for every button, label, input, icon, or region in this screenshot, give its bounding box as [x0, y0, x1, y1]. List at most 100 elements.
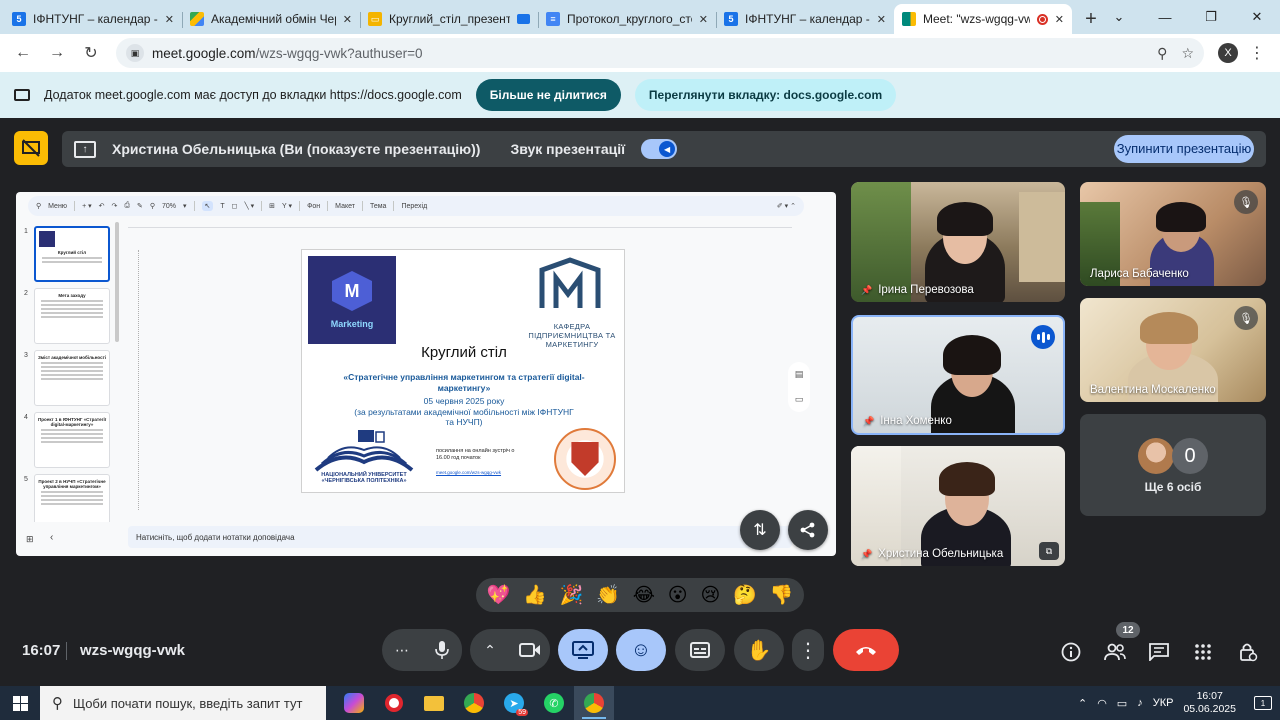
volume-icon[interactable]: ♪ [1137, 697, 1143, 709]
select-tool-icon[interactable]: ↖ [201, 201, 214, 211]
menu-kebab-icon[interactable]: ⋮ [1242, 38, 1272, 68]
stop-presenting-button[interactable]: Зупинити презентацію [1114, 135, 1254, 163]
camera-options-icon[interactable]: ⌃ [470, 629, 510, 671]
language-indicator[interactable]: УКР [1153, 697, 1174, 709]
people-icon[interactable] [1103, 640, 1127, 664]
chevron-up-icon[interactable]: ⌃ [1078, 697, 1087, 710]
bookmark-star-icon[interactable]: ☆ [1181, 45, 1194, 62]
browser-tab-calendar-1[interactable]: 5 ІФНТУНГ – календар - 4 д ✕ [4, 4, 182, 34]
browser-tab-drive[interactable]: Академічний обмін Черн ✕ [182, 4, 360, 34]
undo-icon[interactable]: ↶ [99, 202, 105, 210]
forward-icon[interactable]: → [42, 38, 72, 68]
address-bar[interactable]: ▣ meet.google.com/wzs-wgqg-vwk?authuser=… [116, 38, 1204, 68]
close-window-icon[interactable]: ✕ [1234, 0, 1280, 34]
grid-view-icon[interactable]: ⊞ [26, 534, 34, 545]
menu-button[interactable]: Меню [48, 203, 67, 210]
chevron-left-icon[interactable]: ‹ [50, 532, 53, 543]
zoom-icon[interactable]: ⚲ [1157, 45, 1167, 62]
filmstrip-scrollbar[interactable] [115, 222, 119, 342]
reaction-thumbs-up[interactable]: 👍 [523, 583, 547, 607]
current-slide[interactable]: M Marketing КАФЕДРА ПІДПРИЄМНИЦТВА ТА МА… [301, 249, 625, 493]
profile-avatar[interactable]: X [1218, 43, 1238, 63]
close-icon[interactable]: ✕ [699, 13, 708, 26]
notifications-icon[interactable]: 1 [1254, 696, 1272, 710]
new-slide-icon[interactable]: + ▾ [82, 202, 92, 210]
chevron-down-icon[interactable]: ▾ [183, 202, 187, 210]
start-button[interactable] [0, 686, 40, 720]
close-icon[interactable]: ✕ [343, 13, 352, 26]
zoom-icon[interactable]: ⚲ [150, 202, 155, 210]
raise-hand-button[interactable]: ✋ [734, 629, 784, 671]
taskbar-whatsapp[interactable]: ✆ [534, 686, 574, 720]
view-tab-button[interactable]: Переглянути вкладку: docs.google.com [634, 79, 897, 111]
shape-icon[interactable]: ◻ [232, 202, 238, 210]
presentation-status-button[interactable] [14, 131, 48, 165]
slide-thumbnail[interactable]: Проект 2 в НУЧП «Стратегічне управління … [34, 474, 110, 522]
picture-in-picture-icon[interactable]: ⧉ [1039, 542, 1059, 560]
battery-icon[interactable]: ▭ [1117, 697, 1127, 710]
redo-icon[interactable]: ↷ [111, 202, 117, 210]
captions-button[interactable] [675, 629, 725, 671]
reaction-heart[interactable]: 💖 [486, 583, 510, 607]
close-icon[interactable]: ✕ [877, 13, 886, 26]
participant-tile-self[interactable]: 📌 Христина Обельницька ⧉ [851, 446, 1065, 566]
reload-icon[interactable]: ↻ [76, 38, 106, 68]
slide-thumbnail[interactable]: Проект 1 в ІФНТУНГ «Стратегії digital-ма… [34, 412, 110, 468]
zoom-value[interactable]: 70% [162, 203, 176, 210]
reactions-button[interactable]: ☺ [616, 629, 666, 671]
presentation-audio-toggle[interactable]: ◀ [641, 139, 678, 159]
slide-thumbnail[interactable]: Мета заходу [34, 288, 110, 344]
camera-button[interactable] [510, 629, 550, 671]
participant-tile[interactable]: 🎙 Лариса Бабаченко [1080, 182, 1266, 286]
reaction-clap[interactable]: 👏 [596, 583, 620, 607]
stop-sharing-button[interactable]: Більше не ділитися [475, 79, 621, 111]
taskbar-chrome[interactable] [454, 686, 494, 720]
back-icon[interactable]: ← [8, 38, 38, 68]
participant-tile-speaking[interactable]: 📌 Інна Хоменко [851, 315, 1065, 435]
browser-tab-meet[interactable]: Meet: "wzs-wgqg-vwk" ✕ [894, 4, 1072, 34]
reaction-thinking[interactable]: 🤔 [733, 583, 757, 607]
theme-button[interactable]: Тема [370, 203, 386, 210]
reaction-surprise[interactable]: 😮 [668, 584, 688, 607]
browser-tab-calendar-2[interactable]: 5 ІФНТУНГ – календар - 4 д ✕ [716, 4, 894, 34]
slide-thumbnail[interactable]: Круглий стіл [34, 226, 110, 282]
reaction-laugh[interactable]: 😂 [633, 584, 655, 607]
background-button[interactable]: Фон [307, 203, 320, 210]
participant-tile[interactable]: 🎙 Валентина Москаленко [1080, 298, 1266, 402]
activities-grid-icon[interactable] [1191, 640, 1215, 664]
meeting-info-icon[interactable] [1059, 640, 1083, 664]
folder-icon[interactable]: ▭ [795, 394, 804, 405]
swap-layout-button[interactable]: ⇅ [740, 510, 780, 550]
layout-button[interactable]: Макет [335, 203, 355, 210]
mic-options-icon[interactable]: ⋯ [382, 629, 422, 671]
reaction-sad[interactable]: 😢 [700, 584, 720, 607]
slide-thumbnail[interactable]: Зміст академічної мобільності [34, 350, 110, 406]
taskbar-search[interactable]: ⚲ Щоби почати пошук, введіть запит тут [40, 686, 326, 720]
browser-tab-docs[interactable]: ≡ Протокол_круглого_столу ✕ [538, 4, 716, 34]
taskbar-opera[interactable] [374, 686, 414, 720]
taskbar-chrome-active[interactable] [574, 686, 614, 720]
taskbar-clock[interactable]: 16:07 05.06.2025 [1183, 690, 1236, 716]
reaction-party[interactable]: 🎉 [560, 583, 584, 607]
network-icon[interactable]: ◠ [1097, 697, 1107, 710]
speaker-notes[interactable]: Натисніть, щоб додати нотатки доповідача [128, 526, 792, 548]
chat-icon[interactable] [1147, 640, 1171, 664]
text-style-icon[interactable]: Y ▾ [282, 202, 292, 210]
share-button[interactable] [788, 510, 828, 550]
host-controls-lock-icon[interactable] [1236, 640, 1260, 664]
taskbar-telegram[interactable]: ➤ 59 [494, 686, 534, 720]
dropdown-icon[interactable]: ⌄ [1096, 0, 1142, 34]
comment-icon[interactable]: ⊞ [269, 202, 275, 210]
taskbar-file-explorer[interactable] [414, 686, 454, 720]
search-icon[interactable]: ⚲ [36, 202, 41, 210]
mic-button[interactable] [422, 629, 462, 671]
leave-call-button[interactable] [833, 629, 899, 671]
reaction-thumbs-down[interactable]: 👎 [770, 583, 794, 607]
pen-tool-icon[interactable]: ✐ ▾ ⌃ [777, 202, 796, 210]
minimize-icon[interactable]: — [1142, 0, 1188, 34]
more-options-button[interactable]: ⋮ [792, 629, 824, 671]
transition-button[interactable]: Перехід [401, 203, 427, 210]
close-icon[interactable]: ✕ [165, 13, 174, 26]
present-button[interactable] [558, 629, 608, 671]
print-icon[interactable]: ⎙ [124, 202, 130, 210]
